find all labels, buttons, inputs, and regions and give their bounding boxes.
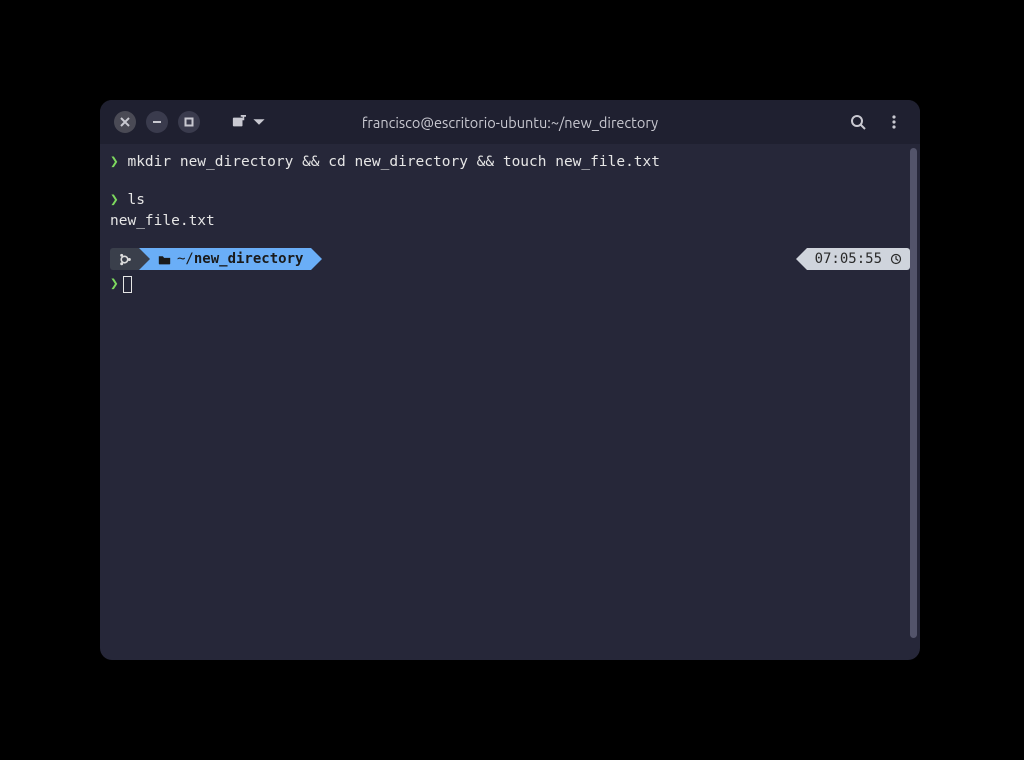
output-text: new_file.txt bbox=[110, 213, 215, 229]
time-text: 07:05:55 bbox=[815, 249, 882, 269]
new-tab-icon bbox=[232, 115, 246, 129]
titlebar: francisco@escritorio-ubuntu:~/new_direct… bbox=[100, 100, 920, 144]
current-input-line[interactable]: ❯ bbox=[110, 274, 910, 295]
search-button[interactable] bbox=[850, 114, 866, 130]
scrollbar-thumb[interactable] bbox=[910, 148, 917, 638]
folder-open-icon bbox=[158, 253, 171, 266]
close-icon bbox=[120, 117, 130, 127]
powerline-separator bbox=[311, 248, 322, 270]
powerline-left: ~/new_directory bbox=[110, 248, 322, 270]
prompt-symbol: ❯ bbox=[110, 154, 119, 170]
command-line-1: ❯ mkdir new_directory && cd new_director… bbox=[110, 152, 910, 173]
window-controls bbox=[100, 111, 266, 133]
titlebar-actions bbox=[850, 114, 920, 130]
minimize-icon bbox=[152, 117, 162, 127]
cwd-segment: ~/new_directory bbox=[150, 248, 311, 270]
new-tab-button[interactable] bbox=[232, 115, 266, 129]
cwd-name: new_directory bbox=[194, 249, 304, 269]
kebab-menu-icon bbox=[886, 114, 902, 130]
time-segment: 07:05:55 bbox=[807, 248, 910, 270]
powerline-separator bbox=[139, 248, 150, 270]
close-button[interactable] bbox=[114, 111, 136, 133]
terminal-window: francisco@escritorio-ubuntu:~/new_direct… bbox=[100, 100, 920, 660]
prompt-symbol: ❯ bbox=[110, 192, 119, 208]
terminal-body[interactable]: ❯ mkdir new_directory && cd new_director… bbox=[100, 144, 920, 660]
powerline-right: 07:05:55 bbox=[796, 248, 910, 270]
search-icon bbox=[850, 114, 866, 130]
chevron-down-icon bbox=[252, 115, 266, 129]
command-text: ls bbox=[127, 192, 144, 208]
ubuntu-icon bbox=[118, 253, 131, 266]
os-segment bbox=[110, 248, 139, 270]
cwd-prefix: ~/ bbox=[177, 249, 194, 269]
blank-line bbox=[110, 173, 910, 190]
powerline-separator bbox=[796, 248, 807, 270]
output-line-1: new_file.txt bbox=[110, 211, 910, 232]
command-text: mkdir new_directory && cd new_directory … bbox=[127, 154, 660, 170]
maximize-button[interactable] bbox=[178, 111, 200, 133]
clock-icon bbox=[890, 253, 902, 265]
maximize-icon bbox=[184, 117, 194, 127]
minimize-button[interactable] bbox=[146, 111, 168, 133]
command-line-2: ❯ ls bbox=[110, 190, 910, 211]
powerline-prompt: ~/new_directory 07:05:55 bbox=[110, 248, 910, 270]
terminal-cursor bbox=[123, 276, 132, 293]
prompt-symbol: ❯ bbox=[110, 274, 119, 295]
menu-button[interactable] bbox=[886, 114, 902, 130]
